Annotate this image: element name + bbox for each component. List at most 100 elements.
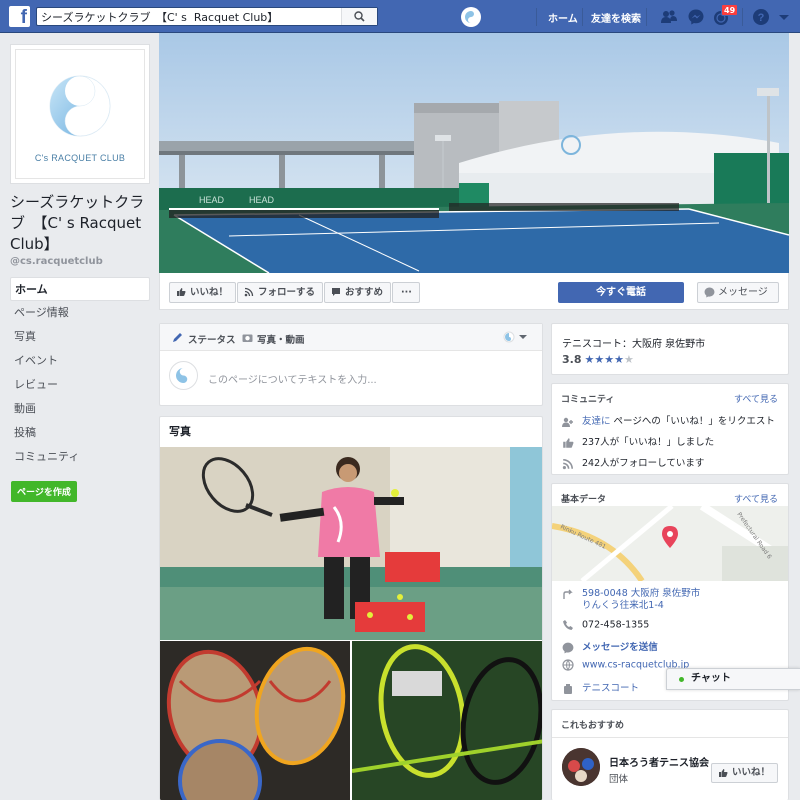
- notification-count-badge: 49: [721, 4, 739, 16]
- recommend-label: おすすめ: [345, 287, 384, 298]
- friend-requests-icon[interactable]: [660, 8, 678, 26]
- recommended-page-name[interactable]: 日本ろう者テニス協会: [609, 754, 709, 769]
- nav-item-community[interactable]: コミュニティ: [10, 445, 150, 469]
- page-category[interactable]: テニスコート：大阪府 泉佐野市: [562, 335, 705, 350]
- category-link[interactable]: テニスコート: [582, 683, 639, 694]
- recommend-button[interactable]: おすすめ: [324, 282, 392, 303]
- tag-icon: [564, 683, 572, 694]
- composer-input[interactable]: このページについてテキストを入力...: [208, 371, 377, 386]
- like-page-button[interactable]: いいね！: [169, 282, 237, 303]
- nav-item-videos[interactable]: 動画: [10, 397, 150, 421]
- left-column: C's RACQUET CLUB シーズラケットクラブ 【C' s Racque…: [10, 44, 150, 502]
- star-icon: ★: [594, 353, 605, 366]
- community-see-all-link[interactable]: すべて見る: [734, 392, 778, 405]
- rss-follow-icon: [244, 287, 254, 297]
- likes-row: 237人が「いいね！」しました: [562, 434, 714, 449]
- club-logo: C's RACQUET CLUB: [15, 49, 145, 179]
- phone-number[interactable]: 072-458-1355: [582, 620, 649, 631]
- club-logo-mark: [49, 75, 111, 137]
- search-icon: [354, 11, 365, 22]
- send-message-link[interactable]: メッセージを送信: [582, 642, 658, 653]
- home-link[interactable]: ホーム: [548, 10, 578, 25]
- tab-photo-video[interactable]: 写真・動画: [257, 332, 305, 346]
- chat-sidebar-toggle[interactable]: チャット: [666, 668, 800, 690]
- more-options-button[interactable]: ···: [392, 282, 420, 303]
- message-label: メッセージ: [718, 287, 768, 298]
- page-action-bar: いいね！ フォローする おすすめ ··· 今すぐ電話 メッセージ: [159, 273, 789, 310]
- messenger-icon[interactable]: [687, 8, 705, 26]
- cover-photo[interactable]: HEAD HEAD: [159, 33, 789, 273]
- messenger-icon: [562, 642, 574, 653]
- address-line-2: りんくう往来北1-4: [582, 600, 664, 611]
- find-friends-link[interactable]: 友達を検索: [591, 10, 641, 25]
- divider: [646, 8, 647, 26]
- community-title[interactable]: コミュニティ: [561, 392, 614, 405]
- address-link[interactable]: 598-0048 大阪府 泉佐野市 りんくう往来北1-4: [582, 588, 700, 612]
- nav-item-reviews[interactable]: レビュー: [10, 373, 150, 397]
- search-box: [36, 7, 378, 26]
- coach-photo[interactable]: [160, 447, 543, 640]
- online-status-dot: [679, 677, 684, 682]
- about-see-all-link[interactable]: すべて見る: [734, 492, 778, 505]
- address-line-1: 598-0048 大阪府 泉佐野市: [582, 588, 701, 599]
- community-card: コミュニティ すべて見る 友達に ページへの「いいね！」をリクエスト 237人が…: [551, 383, 789, 475]
- recommended-pages-card: これもおすすめ 日本ろう者テニス協会 団体 いいね！: [551, 709, 789, 800]
- dropdown-arrow-icon[interactable]: [519, 333, 527, 341]
- page-nav: ホーム ページ情報 写真 イベント レビュー 動画 投稿 コミュニティ: [10, 277, 150, 469]
- photos-title[interactable]: 写真: [160, 417, 542, 447]
- composer-tabs: ステータス 写真・動画: [160, 324, 542, 351]
- page-category-card: テニスコート：大阪府 泉佐野市 3.8 ★★★★★: [551, 323, 789, 375]
- create-page-button[interactable]: ページを作成: [11, 481, 77, 502]
- follows-row: 242人がフォローしています: [562, 455, 704, 470]
- tennis-court-cover-image: HEAD HEAD: [159, 33, 789, 273]
- invite-friends-icon: [562, 417, 573, 427]
- star-icon: ★: [624, 353, 634, 366]
- post-as-avatar-icon[interactable]: [503, 331, 515, 343]
- nav-item-posts[interactable]: 投稿: [10, 421, 150, 445]
- star-icon: ★: [604, 353, 615, 366]
- category-row: テニスコート: [562, 680, 639, 695]
- send-message-button[interactable]: メッセージ: [697, 282, 779, 303]
- recommended-like-button[interactable]: いいね！: [710, 763, 778, 783]
- divider: [552, 737, 788, 738]
- follows-count-text[interactable]: 242人がフォローしています: [582, 458, 704, 469]
- nav-item-photos[interactable]: 写真: [10, 325, 150, 349]
- profile-picture[interactable]: C's RACQUET CLUB: [10, 44, 150, 184]
- thumbs-up-icon: [718, 769, 728, 777]
- call-now-button[interactable]: 今すぐ電話: [558, 282, 684, 303]
- recommended-like-label: いいね！: [731, 767, 770, 778]
- nav-item-home[interactable]: ホーム: [10, 277, 150, 301]
- tab-status[interactable]: ステータス: [188, 332, 236, 346]
- rackets-photo[interactable]: [160, 641, 350, 800]
- likes-count-text[interactable]: 237人が「いいね！」しました: [582, 437, 714, 448]
- page-title[interactable]: シーズラケットクラブ 【C' s Racquet Club】: [10, 192, 150, 255]
- search-button[interactable]: [341, 8, 377, 25]
- account-menu-arrow-icon[interactable]: [775, 8, 793, 26]
- svg-text:HEAD: HEAD: [199, 195, 225, 205]
- help-icon[interactable]: ?: [752, 8, 770, 26]
- rating-row[interactable]: 3.8 ★★★★★: [562, 353, 634, 366]
- location-map[interactable]: Rinku Route 481 Prefectural Road 6: [552, 506, 788, 581]
- follow-button[interactable]: フォローする: [237, 282, 324, 303]
- search-input[interactable]: [41, 9, 341, 24]
- invite-friends-link[interactable]: 友達に: [582, 416, 611, 427]
- pencil-icon: [173, 333, 182, 342]
- more-options-label: ···: [401, 287, 412, 298]
- recommended-title[interactable]: これもおすすめ: [561, 718, 624, 731]
- phone-icon: [563, 620, 573, 630]
- nav-item-about[interactable]: ページ情報: [10, 301, 150, 325]
- racket-display-photo[interactable]: [352, 641, 543, 800]
- post-composer: ステータス 写真・動画 このページについてテキストを入力...: [159, 323, 543, 406]
- camera-icon: [242, 334, 253, 342]
- page-avatar-icon[interactable]: [461, 7, 481, 27]
- send-message-row: メッセージを送信: [562, 639, 658, 654]
- about-title[interactable]: 基本データ: [561, 492, 606, 505]
- phone-row: 072-458-1355: [562, 619, 649, 631]
- divider: [582, 8, 583, 26]
- nav-item-events[interactable]: イベント: [10, 349, 150, 373]
- facebook-logo-icon[interactable]: f: [9, 6, 30, 27]
- composer-body[interactable]: このページについてテキストを入力...: [160, 351, 542, 405]
- recommended-page-avatar[interactable]: [562, 748, 600, 786]
- page-handle[interactable]: @cs.racquetclub: [10, 256, 150, 267]
- top-navigation-bar: f ホーム 友達を検索 49 ?: [0, 0, 800, 33]
